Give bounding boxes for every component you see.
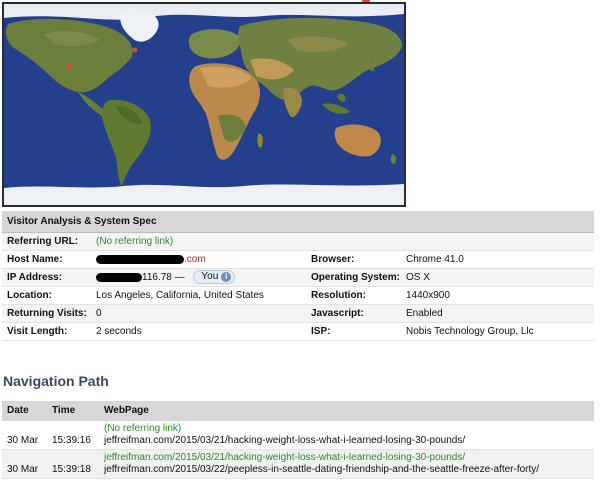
row-page-link[interactable]: jeffreifman.com/2015/03/22/peepless-in-s… — [104, 464, 594, 476]
ip-address-suffix: 116.78 — — [142, 272, 185, 283]
world-map-icon — [4, 4, 404, 205]
resolution-label: Resolution: — [311, 290, 366, 301]
row-webpage: jeffreifman.com/2015/03/21/hacking-weigh… — [104, 452, 594, 476]
visitor-rows: Referring URL: (No referring link) Host … — [2, 233, 594, 341]
empty-label — [311, 233, 406, 250]
col-date: Date — [7, 405, 29, 416]
visitor-analysis-title: Visitor Analysis & System Spec — [2, 211, 594, 233]
row-time: 15:39:16 — [52, 435, 91, 446]
row-referring-url: Referring URL: (No referring link) — [2, 233, 594, 251]
browser-value: Chrome 41.0 — [406, 254, 464, 265]
javascript-label: Javascript: — [311, 308, 364, 319]
you-label: You — [201, 271, 219, 283]
host-name-value: .com — [96, 251, 311, 268]
col-webpage: WebPage — [104, 405, 149, 416]
row-ip-os: IP Address: 116.78 — You i Operating Sys… — [2, 269, 594, 287]
row-date: 30 Mar — [7, 435, 39, 446]
navigation-path-table: Date Time WebPage 30 Mar 15:39:16 (No re… — [2, 401, 594, 479]
empty-value — [406, 233, 594, 250]
returning-visits-label: Returning Visits: — [7, 308, 87, 319]
visit-length-label: Visit Length: — [7, 326, 68, 337]
operating-system-value: OS X — [406, 272, 430, 283]
operating-system-label: Operating System: — [311, 272, 400, 283]
returning-visits-value: 0 — [96, 308, 102, 319]
browser-label: Browser: — [311, 254, 355, 265]
resolution-value: 1440x900 — [406, 290, 450, 301]
ip-address-label: IP Address: — [7, 272, 63, 283]
host-name-suffix: .com — [184, 254, 206, 265]
referring-url-label: Referring URL: — [7, 236, 79, 247]
referring-url-value: (No referring link) — [96, 236, 174, 247]
world-map — [2, 2, 406, 207]
row-time: 15:39:18 — [52, 464, 91, 475]
table-row: 30 Mar 15:39:16 (No referring link) jeff… — [2, 421, 594, 450]
row-referrer-link[interactable]: jeffreifman.com/2015/03/21/hacking-weigh… — [104, 452, 594, 464]
row-host-browser: Host Name: .com Browser: Chrome 41.0 — [2, 251, 594, 269]
you-badge[interactable]: You i — [193, 270, 236, 285]
visit-length-value: 2 seconds — [96, 326, 142, 337]
row-location-resolution: Location: Los Angeles, California, Unite… — [2, 287, 594, 305]
navigation-header: Date Time WebPage — [2, 401, 594, 421]
navigation-path-title: Navigation Path — [3, 373, 109, 389]
row-date: 30 Mar — [7, 464, 39, 475]
javascript-value: Enabled — [406, 308, 443, 319]
row-webpage: (No referring link) jeffreifman.com/2015… — [104, 423, 594, 447]
redaction-block — [96, 272, 142, 282]
isp-label: ISP: — [311, 326, 331, 337]
location-value: Los Angeles, California, United States — [96, 290, 264, 301]
row-returning-javascript: Returning Visits: 0 Javascript: Enabled — [2, 305, 594, 323]
isp-value: Nobis Technology Group, Llc — [406, 326, 534, 337]
host-name-label: Host Name: — [7, 254, 63, 265]
row-page-link[interactable]: jeffreifman.com/2015/03/21/hacking-weigh… — [104, 435, 594, 447]
location-label: Location: — [7, 290, 52, 301]
row-length-isp: Visit Length: 2 seconds ISP: Nobis Techn… — [2, 323, 594, 341]
col-time: Time — [52, 405, 76, 416]
info-icon[interactable]: i — [221, 272, 232, 283]
ip-address-value: 116.78 — You i — [96, 269, 311, 286]
row-referrer: (No referring link) — [104, 423, 182, 434]
table-row: 30 Mar 15:39:18 jeffreifman.com/2015/03/… — [2, 450, 594, 479]
visitor-analysis-table: Visitor Analysis & System Spec Referring… — [2, 211, 594, 341]
redaction-block — [96, 254, 184, 264]
